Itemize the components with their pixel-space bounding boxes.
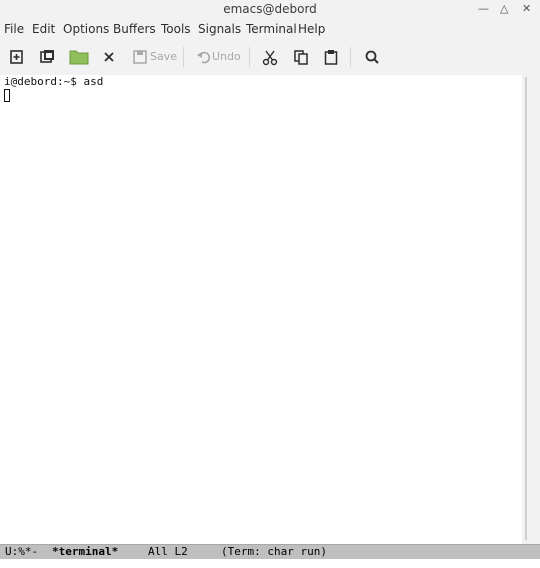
toolbar-separator xyxy=(249,47,250,67)
close-icon[interactable] xyxy=(101,47,117,67)
menu-tools[interactable]: Tools xyxy=(161,19,191,39)
terminal-buffer[interactable]: i@debord:~$ asd xyxy=(0,75,522,544)
open-directory-icon[interactable] xyxy=(38,47,56,67)
menu-edit[interactable]: Edit xyxy=(32,19,55,39)
close-window-icon[interactable]: ✕ xyxy=(522,0,531,18)
toolbar: Save Undo xyxy=(0,39,540,75)
menu-signals[interactable]: Signals xyxy=(198,19,241,39)
minibuffer[interactable] xyxy=(0,559,540,568)
save-button[interactable]: Save xyxy=(150,49,177,65)
folder-icon[interactable] xyxy=(68,47,90,67)
menu-terminal[interactable]: Terminal xyxy=(246,19,297,39)
modeline-status: U:%*- xyxy=(5,545,39,558)
terminal-prompt: i@debord:~$ asd xyxy=(4,75,104,88)
paste-icon[interactable] xyxy=(323,47,339,67)
search-icon[interactable] xyxy=(364,47,380,67)
scrollbar[interactable] xyxy=(522,75,540,544)
text-cursor xyxy=(4,89,10,102)
scrollbar-thumb[interactable] xyxy=(525,77,527,540)
minimize-icon[interactable]: — xyxy=(478,0,489,18)
mode-line: U:%*- *terminal* All L2 (Term: char run) xyxy=(0,544,540,559)
menu-file[interactable]: File xyxy=(4,19,24,39)
window-title: emacs@debord xyxy=(223,2,317,16)
copy-icon[interactable] xyxy=(293,47,309,67)
new-file-icon[interactable] xyxy=(8,47,26,67)
undo-icon[interactable] xyxy=(196,47,210,67)
undo-button[interactable]: Undo xyxy=(212,49,241,65)
modeline-buffer-name[interactable]: *terminal* xyxy=(52,545,118,559)
toolbar-separator xyxy=(350,47,351,67)
modeline-mode[interactable]: (Term: char run) xyxy=(221,545,327,559)
modeline-position: All L2 xyxy=(148,545,188,558)
menu-help[interactable]: Help xyxy=(298,19,325,39)
cut-icon[interactable] xyxy=(262,47,278,67)
save-icon[interactable] xyxy=(132,47,148,67)
menu-options[interactable]: Options xyxy=(63,19,109,39)
toolbar-separator xyxy=(183,47,184,67)
title-bar: emacs@debord xyxy=(0,0,540,18)
menu-bar: File Edit Options Buffers Tools Signals … xyxy=(0,19,540,39)
menu-buffers[interactable]: Buffers xyxy=(113,19,156,39)
maximize-icon[interactable]: △ xyxy=(500,0,508,18)
